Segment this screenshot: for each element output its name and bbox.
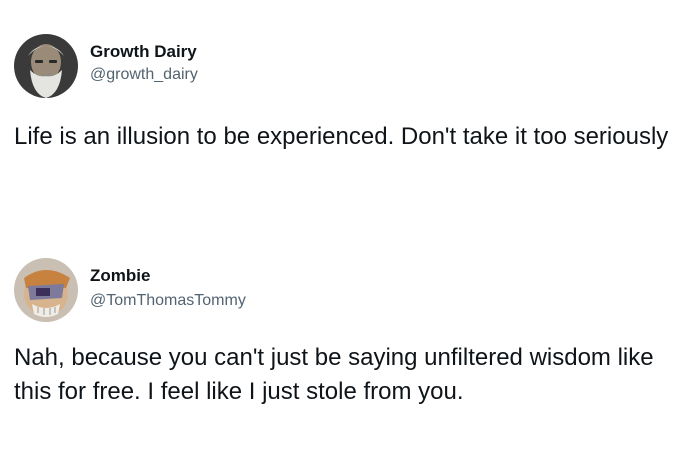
tweet-text: Life is an illusion to be experienced. D… xyxy=(14,123,669,150)
tweet-growth-dairy[interactable]: Growth Dairy @growth_dairy Life is an il… xyxy=(0,0,700,215)
user-handle[interactable]: @growth_dairy xyxy=(90,66,198,84)
tweet-zombie[interactable]: Zombie @TomThomasTommy Nah, because you … xyxy=(0,252,700,464)
display-name[interactable]: Growth Dairy xyxy=(90,42,197,62)
avatar-zombie[interactable] xyxy=(14,258,78,322)
avatar-growth-dairy[interactable] xyxy=(14,34,78,98)
zombie-cartoon-avatar-icon xyxy=(14,258,78,322)
user-handle[interactable]: @TomThomasTommy xyxy=(90,292,246,310)
bearded-man-avatar-icon xyxy=(14,34,78,98)
display-name[interactable]: Zombie xyxy=(90,266,150,286)
tweet-text: Nah, because you can't just be saying un… xyxy=(14,344,654,405)
